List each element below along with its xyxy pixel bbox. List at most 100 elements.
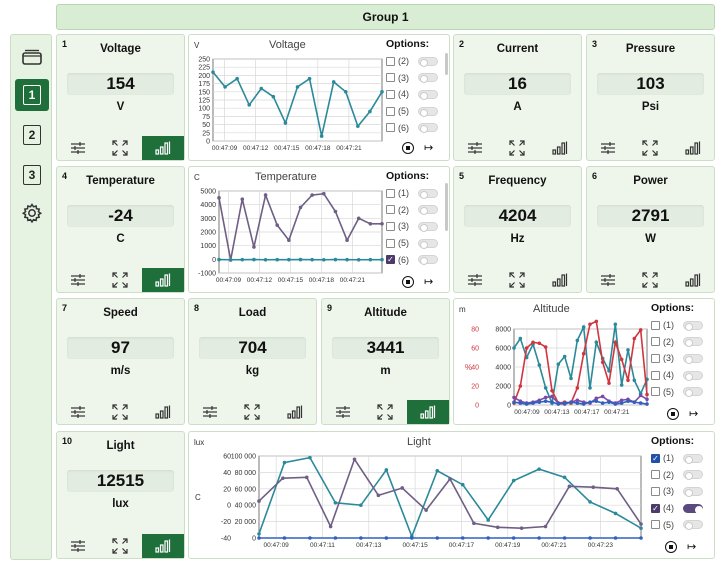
option-toggle[interactable] bbox=[418, 188, 438, 199]
sliders-icon[interactable] bbox=[587, 136, 629, 160]
bar-chart-icon[interactable] bbox=[539, 136, 581, 160]
expand-icon[interactable] bbox=[496, 268, 538, 292]
sliders-icon[interactable] bbox=[587, 268, 629, 292]
option-row[interactable]: (4) bbox=[386, 86, 438, 103]
bar-chart-icon[interactable] bbox=[141, 268, 184, 292]
sidebar-item-page-1[interactable]: 1 bbox=[15, 79, 49, 111]
option-toggle[interactable] bbox=[418, 255, 438, 266]
sliders-icon[interactable] bbox=[454, 268, 496, 292]
bar-chart-icon[interactable] bbox=[672, 268, 714, 292]
option-checkbox[interactable] bbox=[651, 337, 660, 347]
option-toggle[interactable] bbox=[683, 520, 703, 531]
option-row[interactable]: (1) bbox=[651, 317, 703, 334]
option-row[interactable]: (1) bbox=[386, 185, 438, 202]
option-toggle[interactable] bbox=[683, 503, 703, 514]
option-toggle[interactable] bbox=[418, 73, 438, 84]
option-checkbox[interactable]: ✓ bbox=[386, 255, 395, 265]
bar-chart-icon[interactable] bbox=[141, 136, 184, 160]
expand-icon[interactable] bbox=[99, 136, 141, 160]
option-row[interactable]: (3) bbox=[651, 483, 703, 500]
option-checkbox[interactable] bbox=[651, 520, 660, 530]
sliders-icon[interactable] bbox=[57, 400, 99, 424]
option-toggle[interactable] bbox=[683, 353, 703, 364]
expand-icon[interactable] bbox=[629, 136, 671, 160]
option-checkbox[interactable]: ✓ bbox=[651, 503, 660, 513]
expand-icon[interactable] bbox=[99, 400, 141, 424]
option-checkbox[interactable] bbox=[386, 106, 395, 116]
sliders-icon[interactable] bbox=[454, 136, 496, 160]
sidebar-item-page-3[interactable]: 3 bbox=[15, 159, 49, 191]
exit-icon[interactable]: ↦ bbox=[689, 407, 698, 420]
option-checkbox[interactable] bbox=[651, 370, 660, 380]
option-row[interactable]: (6) bbox=[386, 119, 438, 136]
option-row[interactable]: ✓ (4) bbox=[651, 500, 703, 517]
option-row[interactable]: (5) bbox=[386, 103, 438, 120]
sliders-icon[interactable] bbox=[57, 136, 99, 160]
option-toggle[interactable] bbox=[418, 221, 438, 232]
option-checkbox[interactable] bbox=[651, 387, 660, 397]
option-toggle[interactable] bbox=[683, 453, 703, 464]
option-toggle[interactable] bbox=[418, 238, 438, 249]
exit-icon[interactable]: ↦ bbox=[424, 275, 433, 288]
option-toggle[interactable] bbox=[418, 89, 438, 100]
option-row[interactable]: (2) bbox=[386, 202, 438, 219]
option-checkbox[interactable] bbox=[651, 470, 660, 480]
option-toggle[interactable] bbox=[683, 387, 703, 398]
option-row[interactable]: (3) bbox=[651, 350, 703, 367]
exit-icon[interactable]: ↦ bbox=[687, 540, 696, 553]
option-checkbox[interactable] bbox=[386, 221, 395, 231]
option-toggle[interactable] bbox=[683, 486, 703, 497]
option-toggle[interactable] bbox=[418, 56, 438, 67]
stop-icon[interactable] bbox=[665, 540, 677, 553]
option-checkbox[interactable] bbox=[651, 486, 660, 496]
option-checkbox[interactable] bbox=[651, 320, 660, 330]
option-checkbox[interactable] bbox=[386, 205, 395, 215]
option-row[interactable]: (3) bbox=[386, 218, 438, 235]
option-row[interactable]: (5) bbox=[386, 235, 438, 252]
option-toggle[interactable] bbox=[418, 205, 438, 216]
sidebar-item-page-2[interactable]: 2 bbox=[15, 119, 49, 151]
option-checkbox[interactable] bbox=[386, 73, 395, 83]
bar-chart-icon[interactable] bbox=[406, 400, 449, 424]
expand-icon[interactable] bbox=[629, 268, 671, 292]
bar-chart-icon[interactable] bbox=[274, 400, 316, 424]
option-row[interactable]: (5) bbox=[651, 383, 703, 400]
stop-icon[interactable] bbox=[667, 407, 679, 420]
option-toggle[interactable] bbox=[683, 470, 703, 481]
expand-icon[interactable] bbox=[99, 534, 141, 558]
options-scrollbar[interactable] bbox=[445, 53, 448, 75]
expand-icon[interactable] bbox=[496, 136, 538, 160]
option-toggle[interactable] bbox=[418, 123, 438, 134]
option-row[interactable]: (4) bbox=[651, 367, 703, 384]
bar-chart-icon[interactable] bbox=[672, 136, 714, 160]
option-checkbox[interactable] bbox=[386, 89, 395, 99]
expand-icon[interactable] bbox=[99, 268, 141, 292]
option-checkbox[interactable] bbox=[386, 56, 395, 66]
sliders-icon[interactable] bbox=[57, 268, 99, 292]
stop-icon[interactable] bbox=[402, 141, 414, 154]
gear-icon[interactable] bbox=[15, 197, 49, 229]
option-checkbox[interactable] bbox=[651, 353, 660, 363]
stop-icon[interactable] bbox=[402, 275, 414, 288]
exit-icon[interactable]: ↦ bbox=[424, 141, 433, 154]
bar-chart-icon[interactable] bbox=[539, 268, 581, 292]
bar-chart-icon[interactable] bbox=[141, 534, 184, 558]
option-toggle[interactable] bbox=[683, 370, 703, 381]
option-toggle[interactable] bbox=[418, 106, 438, 117]
bar-chart-icon[interactable] bbox=[142, 400, 184, 424]
option-checkbox[interactable] bbox=[386, 238, 395, 248]
option-row[interactable]: (2) bbox=[386, 53, 438, 70]
expand-icon[interactable] bbox=[231, 400, 273, 424]
sliders-icon[interactable] bbox=[322, 400, 364, 424]
option-row[interactable]: (3) bbox=[386, 70, 438, 87]
sliders-icon[interactable] bbox=[57, 534, 99, 558]
option-checkbox[interactable]: ✓ bbox=[651, 453, 660, 463]
expand-icon[interactable] bbox=[364, 400, 406, 424]
option-row[interactable]: ✓ (1) bbox=[651, 450, 703, 467]
option-checkbox[interactable] bbox=[386, 188, 395, 198]
options-scrollbar[interactable] bbox=[445, 183, 448, 231]
option-toggle[interactable] bbox=[683, 337, 703, 348]
option-row[interactable]: (2) bbox=[651, 467, 703, 484]
option-row[interactable]: ✓ (6) bbox=[386, 251, 438, 268]
option-row[interactable]: (2) bbox=[651, 334, 703, 351]
